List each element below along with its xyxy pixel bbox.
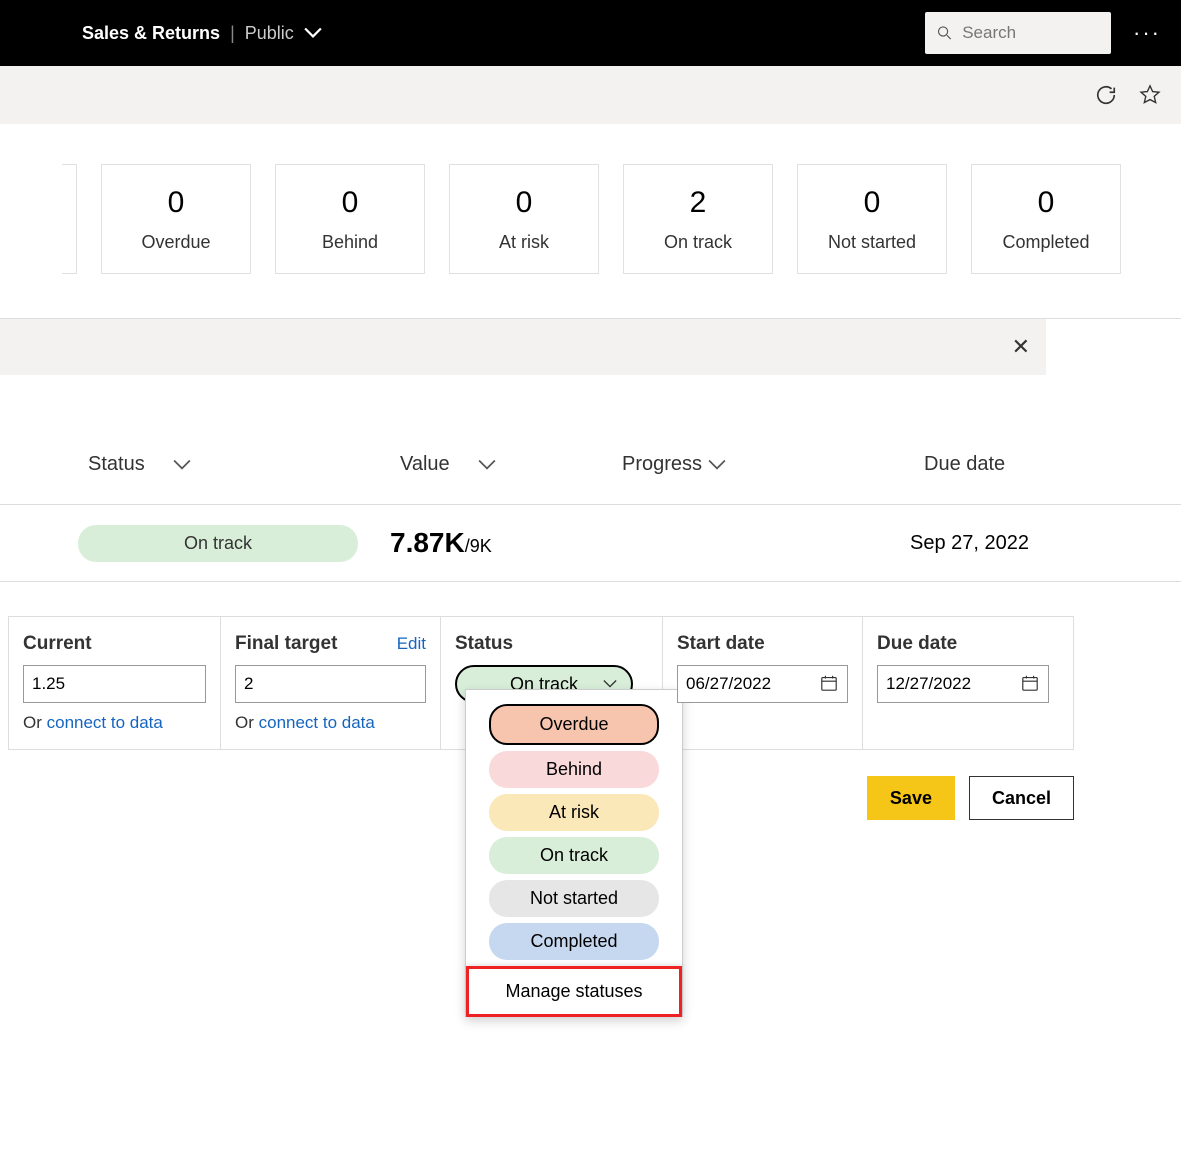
summary-value: 7.87K /9K [320,527,620,559]
manage-statuses-button[interactable]: Manage statuses [466,966,682,1017]
top-header: Sales & Returns | Public ··· [0,0,1181,66]
dropdown-option-completed[interactable]: Completed [489,923,659,960]
title-subtitle: Public [245,23,294,44]
tile-label: Completed [1002,232,1089,253]
dropdown-option-behind[interactable]: Behind [489,751,659,788]
summary-status: On track [0,525,320,562]
panel-header: ✕ [0,319,1046,375]
metric-tile-completed[interactable]: 0 Completed [971,164,1121,274]
star-icon[interactable] [1139,84,1161,106]
tile-label: On track [664,232,732,253]
metric-tile-partial [62,164,77,274]
metric-summary-row: On track 7.87K /9K Sep 27, 2022 [0,504,1181,582]
dropdown-option-on-track[interactable]: On track [489,837,659,874]
cell-label: Due date [877,633,957,655]
metric-tiles-row: 0 Overdue 0 Behind 0 At risk 2 On track … [0,124,1181,314]
dropdown-option-at-risk[interactable]: At risk [489,794,659,831]
col-label: Due date [924,453,1005,475]
chevron-down-icon [708,459,726,471]
value-main: 7.87K [390,527,465,559]
metric-tile-not-started[interactable]: 0 Not started [797,164,947,274]
col-header-progress[interactable]: Progress [620,453,830,476]
col-label: Status [88,453,145,476]
tile-count: 0 [516,186,533,220]
edit-cell-due-date: Due date [863,617,1063,749]
metric-tile-behind[interactable]: 0 Behind [275,164,425,274]
dropdown-option-not-started[interactable]: Not started [489,880,659,917]
tile-count: 2 [690,186,707,220]
tile-count: 0 [864,186,881,220]
edit-link[interactable]: Edit [397,634,426,654]
connect-to-data-link[interactable]: connect to data [47,713,163,732]
col-header-due-date: Due date [830,453,1005,476]
cell-label: Start date [677,633,765,655]
title-separator: | [230,23,235,44]
tile-count: 0 [342,186,359,220]
cancel-button[interactable]: Cancel [969,776,1074,820]
header-right: ··· [925,12,1161,54]
tile-count: 0 [168,186,185,220]
col-header-status[interactable]: Status [0,453,320,476]
status-pill[interactable]: On track [78,525,358,562]
col-label: Progress [622,453,702,476]
cell-label: Status [455,633,513,655]
tile-label: Behind [322,232,378,253]
col-header-value[interactable]: Value [320,453,620,476]
or-connect-line: Or connect to data [235,713,426,733]
search-input[interactable] [962,23,1099,43]
calendar-icon[interactable] [1021,674,1039,692]
col-label: Value [400,453,450,476]
save-button[interactable]: Save [867,776,955,820]
search-icon [937,24,952,42]
chevron-down-icon [603,679,617,689]
chevron-down-icon [478,459,496,471]
refresh-icon[interactable] [1095,84,1117,106]
value-denominator: /9K [465,536,492,557]
metric-tile-on-track[interactable]: 2 On track [623,164,773,274]
tile-label: At risk [499,232,549,253]
sub-toolbar [0,66,1181,124]
chevron-down-icon [304,27,322,39]
metric-edit-grid: Current Or connect to data Final target … [8,616,1074,750]
chevron-down-icon [173,459,191,471]
or-connect-line: Or connect to data [23,713,206,733]
status-dropdown: Overdue Behind At risk On track Not star… [465,689,683,1017]
current-input[interactable] [23,665,206,703]
cell-label: Current [23,633,92,655]
final-target-input[interactable] [235,665,426,703]
more-options-button[interactable]: ··· [1133,20,1161,46]
summary-due-date: Sep 27, 2022 [830,532,1029,555]
search-box[interactable] [925,12,1111,54]
metric-tile-overdue[interactable]: 0 Overdue [101,164,251,274]
tile-label: Not started [828,232,916,253]
cell-label: Final target [235,633,337,655]
connect-to-data-link[interactable]: connect to data [259,713,375,732]
calendar-icon[interactable] [820,674,838,692]
workspace-title[interactable]: Sales & Returns | Public [82,23,322,44]
edit-cell-final-target: Final target Edit Or connect to data [221,617,441,749]
dropdown-option-overdue[interactable]: Overdue [489,704,659,745]
metric-tile-at-risk[interactable]: 0 At risk [449,164,599,274]
tile-label: Overdue [141,232,210,253]
edit-cell-current: Current Or connect to data [9,617,221,749]
close-icon[interactable]: ✕ [1012,334,1030,360]
edit-cell-status: Status On track Overdue Behind At risk O… [441,617,663,749]
tile-count: 0 [1038,186,1055,220]
edit-cell-start-date: Start date [663,617,863,749]
title-text: Sales & Returns [82,23,220,44]
column-headers: Status Value Progress Due date [0,375,1181,504]
